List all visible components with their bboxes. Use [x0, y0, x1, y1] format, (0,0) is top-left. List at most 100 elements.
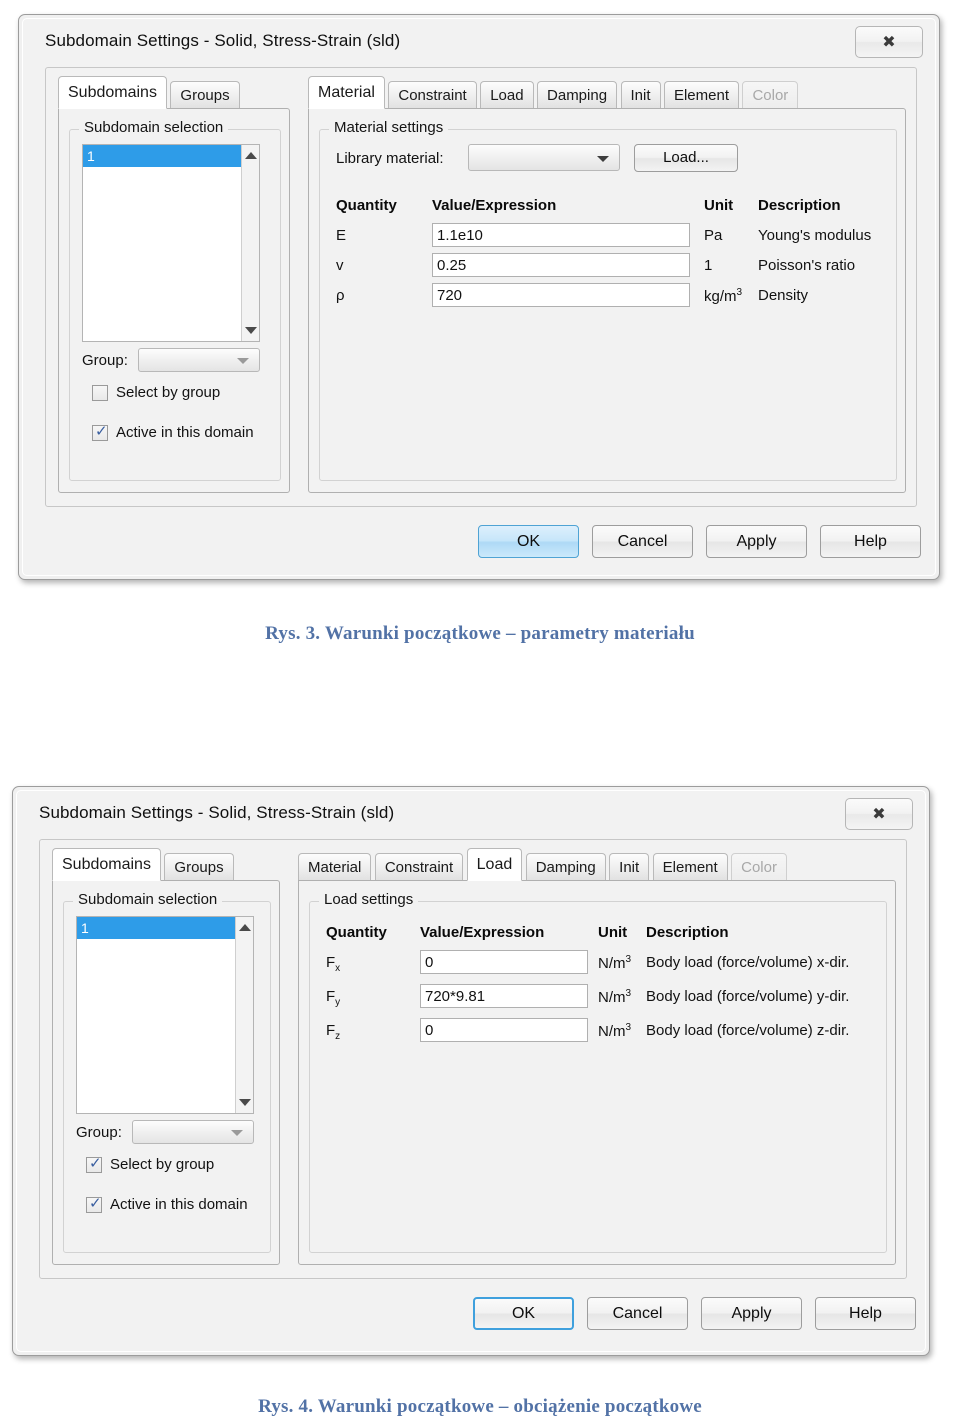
quantity-fy-subscript: y: [335, 997, 341, 1008]
right-tab-panel: Material settings Library material: Load…: [308, 108, 906, 493]
subdomain-settings-dialog-load: Subdomain Settings - Solid, Stress-Strai…: [12, 786, 930, 1356]
unit-rho: kg/m3: [704, 287, 742, 305]
unit-fz: N/m3: [598, 1022, 631, 1040]
value-rho-input[interactable]: [432, 283, 690, 307]
quantity-fz-subscript: z: [335, 1031, 341, 1042]
left-tab-panel: Subdomain selection 1 Group:: [58, 108, 290, 493]
tab-groups[interactable]: Groups: [164, 853, 234, 881]
list-item[interactable]: 1: [83, 145, 259, 167]
tab-subdomains[interactable]: Subdomains: [52, 848, 161, 881]
select-by-group-checkbox-row[interactable]: ✓ Select by group: [86, 1154, 214, 1173]
load-settings-label: Load settings: [319, 891, 419, 908]
material-settings-group: Material settings Library material: Load…: [319, 119, 897, 481]
tab-material[interactable]: Material: [308, 76, 385, 109]
apply-button[interactable]: Apply: [701, 1297, 802, 1330]
table-header-description: Description: [646, 924, 729, 941]
active-in-domain-checkbox-row[interactable]: ✓ Active in this domain: [92, 422, 254, 441]
unit-fx: N/m3: [598, 954, 631, 972]
apply-button[interactable]: Apply: [706, 525, 807, 558]
tab-init[interactable]: Init: [620, 81, 661, 109]
library-material-label: Library material:: [336, 150, 444, 167]
tab-load[interactable]: Load: [466, 848, 523, 881]
client-area: Subdomains Groups Subdomain selection 1 …: [45, 67, 917, 507]
subdomain-listbox[interactable]: 1: [76, 916, 254, 1114]
group-field-label: Group:: [76, 1124, 122, 1141]
group-combobox[interactable]: [138, 348, 260, 372]
quantity-fy: Fy: [326, 988, 340, 1008]
tab-constraint[interactable]: Constraint: [374, 853, 464, 881]
subdomain-selection-group: Subdomain selection 1 Group:: [69, 119, 281, 481]
check-icon: ✓: [95, 422, 108, 440]
material-settings-label: Material settings: [329, 119, 449, 136]
close-button[interactable]: ✖: [845, 798, 913, 830]
dialog-inner-frame: Subdomain Settings - Solid, Stress-Strai…: [16, 790, 926, 1352]
help-button[interactable]: Help: [815, 1297, 916, 1330]
unit-fx-text: N/m: [598, 955, 626, 972]
cancel-button[interactable]: Cancel: [587, 1297, 688, 1330]
tab-init[interactable]: Init: [609, 853, 650, 881]
description-fz: Body load (force/volume) z-dir.: [646, 1022, 850, 1039]
value-fy-input[interactable]: [420, 984, 588, 1008]
tab-damping[interactable]: Damping: [537, 81, 618, 109]
quantity-fy-symbol: F: [326, 988, 336, 1005]
tab-damping[interactable]: Damping: [525, 853, 606, 881]
select-by-group-checkbox-row[interactable]: Select by group: [92, 384, 220, 401]
quantity-fz-symbol: F: [326, 1022, 336, 1039]
tab-element[interactable]: Element: [652, 853, 728, 881]
cancel-button[interactable]: Cancel: [592, 525, 693, 558]
scroll-down-icon[interactable]: [238, 1099, 251, 1106]
scroll-up-icon[interactable]: [244, 152, 257, 159]
figure-3-caption: Rys. 3. Warunki początkowe – parametry m…: [265, 623, 695, 644]
close-button[interactable]: ✖: [855, 26, 923, 58]
table-header-quantity: Quantity: [336, 197, 397, 214]
right-tabstrip: Material Constraint Load Damping Init El…: [298, 848, 818, 881]
library-material-combobox[interactable]: [468, 144, 620, 171]
value-v-input[interactable]: [432, 253, 690, 277]
listbox-scrollbar[interactable]: [241, 145, 259, 341]
title-bar: Subdomain Settings - Solid, Stress-Strai…: [17, 791, 925, 837]
active-in-domain-checkbox[interactable]: ✓: [92, 422, 108, 441]
unit-fy: N/m3: [598, 988, 631, 1006]
tab-groups[interactable]: Groups: [170, 81, 240, 109]
group-field-label: Group:: [82, 352, 128, 369]
load-material-button[interactable]: Load...: [634, 144, 738, 172]
value-fx-input[interactable]: [420, 950, 588, 974]
quantity-fx-symbol: F: [326, 954, 336, 971]
tab-material[interactable]: Material: [298, 853, 372, 881]
active-in-domain-checkbox[interactable]: ✓: [86, 1194, 102, 1213]
tab-subdomains[interactable]: Subdomains: [58, 76, 167, 109]
group-combobox[interactable]: [132, 1120, 254, 1144]
tab-constraint[interactable]: Constraint: [388, 81, 477, 109]
load-settings-group: Load settings Quantity Value/Expression …: [309, 891, 887, 1253]
figure-4-caption: Rys. 4. Warunki początkowe – obciążenie …: [258, 1396, 702, 1417]
chevron-down-icon: [597, 155, 609, 162]
window-title: Subdomain Settings - Solid, Stress-Strai…: [45, 31, 401, 50]
ok-button[interactable]: OK: [473, 1297, 574, 1330]
help-button[interactable]: Help: [820, 525, 921, 558]
tab-load[interactable]: Load: [480, 81, 534, 109]
active-in-domain-checkbox-row[interactable]: ✓ Active in this domain: [86, 1194, 248, 1213]
left-tab-panel: Subdomain selection 1 Group:: [52, 880, 280, 1265]
select-by-group-checkbox[interactable]: [92, 385, 108, 401]
unit-fy-exponent: 3: [625, 988, 632, 999]
list-item[interactable]: 1: [77, 917, 253, 939]
select-by-group-checkbox[interactable]: ✓: [86, 1154, 102, 1173]
subdomain-listbox[interactable]: 1: [82, 144, 260, 342]
close-icon: ✖: [872, 804, 886, 823]
ok-button[interactable]: OK: [478, 525, 579, 558]
description-v: Poisson's ratio: [758, 257, 856, 274]
active-in-domain-label: Active in this domain: [116, 424, 254, 441]
description-rho: Density: [758, 287, 809, 304]
scroll-down-icon[interactable]: [244, 327, 257, 334]
title-bar: Subdomain Settings - Solid, Stress-Strai…: [23, 19, 935, 65]
value-fz-input[interactable]: [420, 1018, 588, 1042]
scroll-up-icon[interactable]: [238, 924, 251, 931]
table-header-value: Value/Expression: [420, 924, 545, 941]
listbox-scrollbar[interactable]: [235, 917, 253, 1113]
right-tab-panel: Load settings Quantity Value/Expression …: [298, 880, 896, 1265]
value-e-input[interactable]: [432, 223, 690, 247]
dialog-inner-frame: Subdomain Settings - Solid, Stress-Strai…: [22, 18, 936, 576]
tab-element[interactable]: Element: [663, 81, 739, 109]
quantity-e: E: [336, 227, 347, 244]
unit-rho-exponent: 3: [736, 287, 743, 298]
